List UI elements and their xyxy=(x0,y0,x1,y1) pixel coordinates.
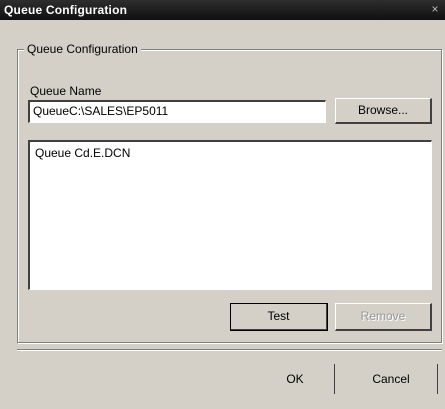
queue-name-label: Queue Name xyxy=(30,84,102,98)
group-legend: Queue Configuration xyxy=(24,42,141,56)
test-button[interactable]: Test xyxy=(230,303,328,331)
title-bar: Queue Configuration × xyxy=(0,0,445,20)
button-divider xyxy=(334,364,335,394)
footer-separator xyxy=(17,349,442,351)
window-title: Queue Configuration xyxy=(4,3,128,17)
queue-name-input[interactable]: QueueC:\SALES\EP5011 xyxy=(28,100,326,123)
browse-button[interactable]: Browse... xyxy=(335,98,432,124)
close-icon[interactable]: × xyxy=(428,2,442,17)
ok-button[interactable]: OK xyxy=(270,368,320,390)
queue-details-textarea[interactable]: Queue Cd.E.DCN xyxy=(28,140,432,290)
cancel-button[interactable]: Cancel xyxy=(360,368,422,390)
button-divider-right xyxy=(437,364,438,394)
remove-button[interactable]: Remove xyxy=(335,303,432,331)
